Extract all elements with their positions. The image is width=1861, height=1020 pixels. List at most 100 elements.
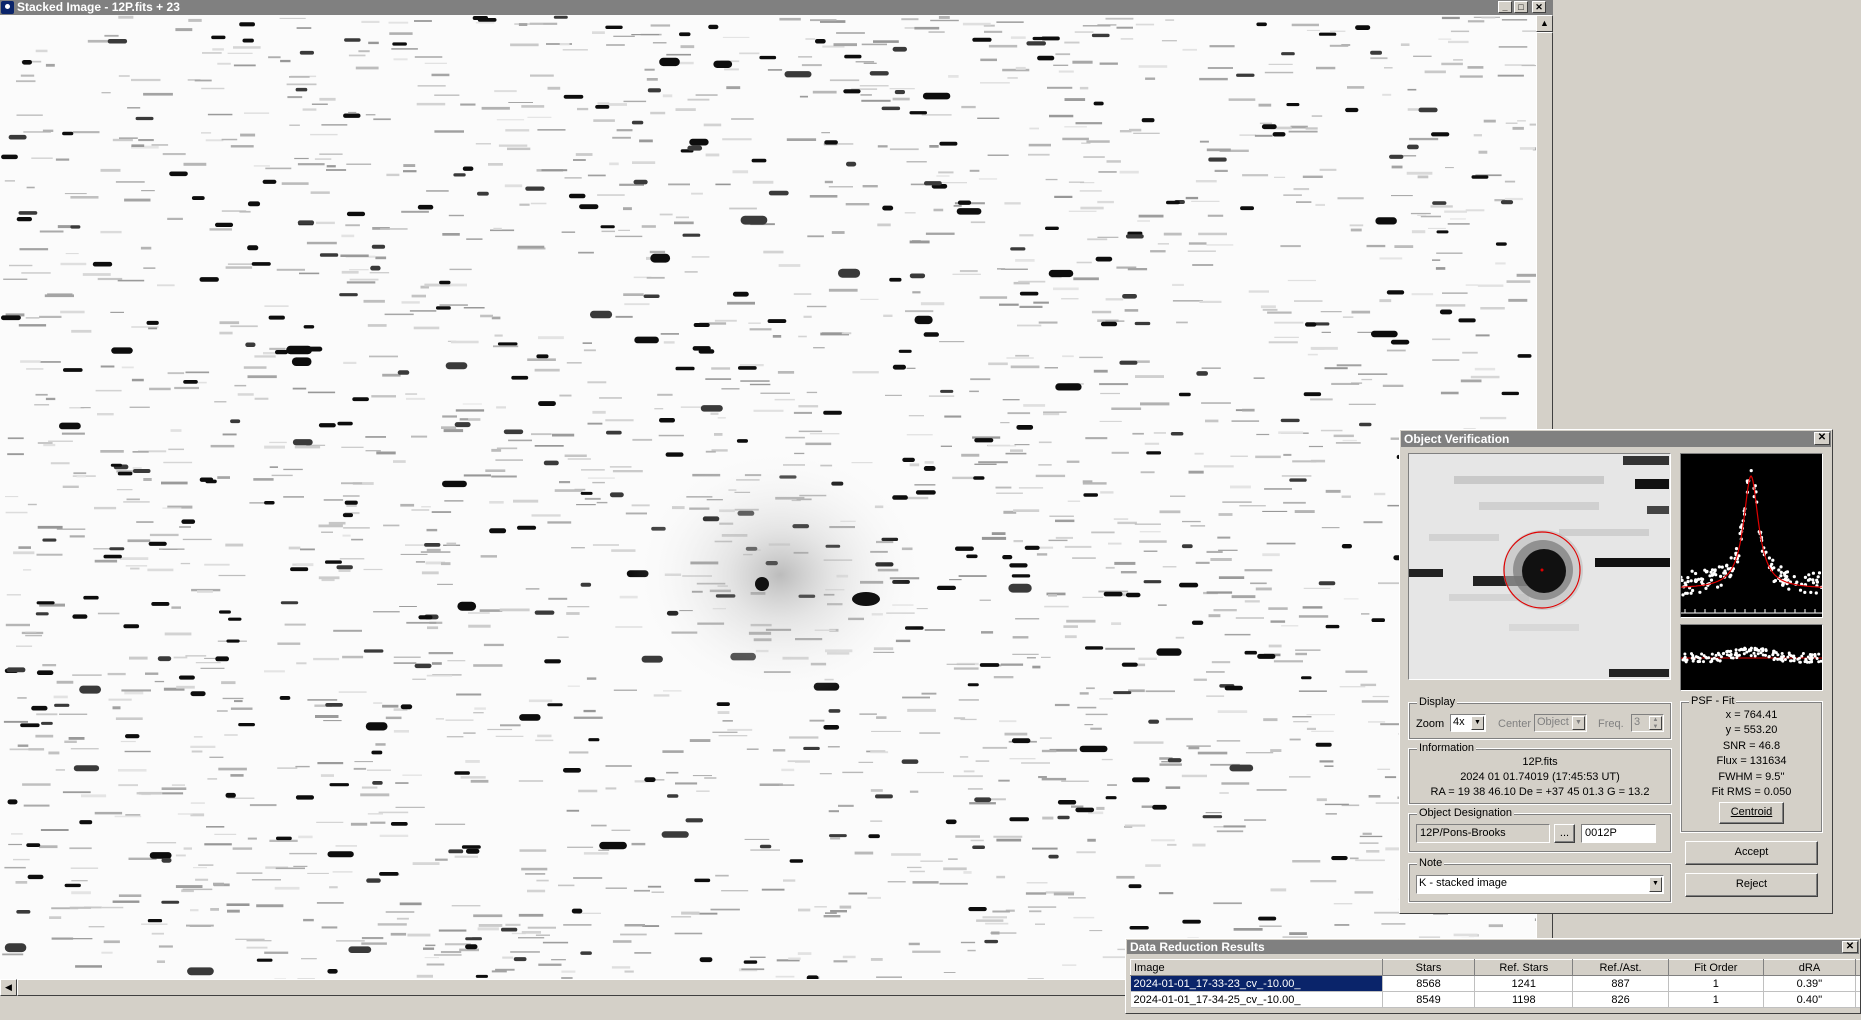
faint-star-streak [739,364,764,367]
display-groupbox: Display Zoom 4x ▼ Center Object ▼ Freq. … [1408,695,1672,740]
faint-star-streak [349,269,369,271]
faint-star-streak [587,381,607,384]
faint-star-streak [914,484,936,486]
faint-star-streak [592,544,619,546]
maximize-button[interactable]: □ [1514,1,1528,13]
faint-star-streak [1307,353,1318,356]
results-column-header[interactable]: dDe [1855,959,1860,976]
faint-star-streak [5,623,31,627]
faint-star-streak [254,355,276,358]
faint-star-streak [1266,542,1296,545]
zoom-select[interactable]: 4x ▼ [1450,714,1486,732]
faint-star-streak [459,418,469,420]
designation-name-field[interactable]: 12P/Pons-Brooks [1416,824,1550,843]
results-close-button[interactable]: ✕ [1842,941,1858,953]
faint-star-streak [1330,30,1346,32]
center-label: Center [1498,718,1532,730]
faint-star-streak [162,507,182,509]
results-column-header[interactable]: Ref. Stars [1474,959,1574,976]
faint-star-streak [1201,402,1231,404]
faint-star-streak [204,843,232,846]
data-reduction-titlebar[interactable]: Data Reduction Results ✕ [1127,940,1859,954]
star-streak [1258,916,1277,921]
faint-star-streak [376,451,396,455]
faint-star-streak [912,881,939,884]
faint-star-streak [1165,786,1181,789]
faint-star-streak [1111,451,1129,454]
psf-sample-point [1697,577,1701,581]
chevron-down-icon[interactable]: ▼ [1572,716,1585,730]
faint-star-streak [793,293,812,295]
astro-image-canvas[interactable] [0,15,1536,979]
faint-star-streak [1311,730,1334,732]
object-zoom-view[interactable] [1408,453,1671,680]
faint-star-streak [809,433,840,435]
results-row[interactable]: 2024-01-01_17-33-23_cv_-10.00_ 8568 1241 88… [1130,975,1860,992]
psf-sample-point [1779,570,1783,574]
designation-code-field[interactable]: 0012P [1581,824,1656,843]
psf-sample-point [1713,568,1717,572]
results-column-header[interactable]: Image [1130,959,1383,976]
results-column-header[interactable]: Ref./Ast. [1572,959,1669,976]
faint-star-streak [1119,170,1139,174]
faint-star-streak [435,858,448,861]
faint-star-streak [646,276,665,279]
results-row[interactable]: 2024-01-01_17-34-25_cv_-10.00_ 8549 1198 82… [1130,991,1860,1008]
faint-star-streak [821,132,830,134]
scroll-left-button[interactable]: ◀ [0,979,17,996]
results-column-header[interactable]: Fit Order [1667,959,1764,976]
star-streak [299,50,314,55]
faint-star-streak [239,210,251,213]
star-streak [1141,118,1155,123]
chevron-down-icon[interactable]: ▼ [1471,716,1484,730]
chevron-down-icon[interactable]: ▼ [1649,877,1662,892]
center-select[interactable]: Object ▼ [1534,714,1587,732]
faint-star-streak [444,500,464,502]
info-date: 2024 01 01.74019 (17:45:53 UT) [1460,771,1620,783]
faint-star-streak [88,926,105,928]
faint-star-streak [568,751,589,754]
object-verification-titlebar[interactable]: Object Verification ✕ [1401,431,1831,447]
faint-star-streak [592,410,606,414]
faint-star-streak [1302,606,1323,609]
main-titlebar[interactable]: Stacked Image - 12P.fits + 23 _ □ ✕ [0,0,1553,15]
faint-star-streak [295,765,310,768]
star-streak [716,702,730,706]
centroid-button[interactable]: Centroid [1719,802,1784,824]
star-streak [370,265,381,271]
accept-button[interactable]: Accept [1685,841,1818,865]
faint-star-streak [1105,320,1125,322]
faint-star-streak [657,393,673,396]
faint-star-streak [323,720,342,722]
minimize-button[interactable]: _ [1498,1,1512,13]
reject-button[interactable]: Reject [1685,873,1818,897]
faint-star-streak [365,114,376,116]
star-streak [543,460,559,466]
star-streak [190,691,206,697]
dialog-close-button[interactable]: ✕ [1814,432,1830,445]
faint-star-streak [824,180,833,184]
scroll-up-button[interactable]: ▲ [1536,15,1553,32]
faint-star-streak [1064,41,1080,44]
star-streak [8,134,27,140]
faint-star-streak [1347,86,1365,89]
faint-star-streak [969,802,996,805]
star-streak [803,746,820,750]
faint-star-streak [1054,195,1073,198]
faint-star-streak [1306,714,1335,716]
close-button[interactable]: ✕ [1532,1,1546,13]
faint-star-streak [711,367,731,370]
results-column-header[interactable]: Stars [1381,959,1476,976]
faint-star-streak [435,823,466,825]
faint-star-streak [40,829,69,831]
faint-star-streak [25,631,37,633]
faint-star-streak [613,689,637,691]
faint-star-streak [1013,540,1023,543]
browse-designation-button[interactable]: ... [1554,824,1575,843]
note-select[interactable]: K - stacked image ▼ [1416,875,1664,894]
faint-star-streak [412,862,440,865]
star-streak [1431,132,1450,137]
freq-stepper[interactable]: 3 ▲ ▼ [1631,714,1664,732]
spin-arrows-icon[interactable]: ▲ ▼ [1649,716,1662,730]
results-column-header[interactable]: dRA [1762,959,1857,976]
